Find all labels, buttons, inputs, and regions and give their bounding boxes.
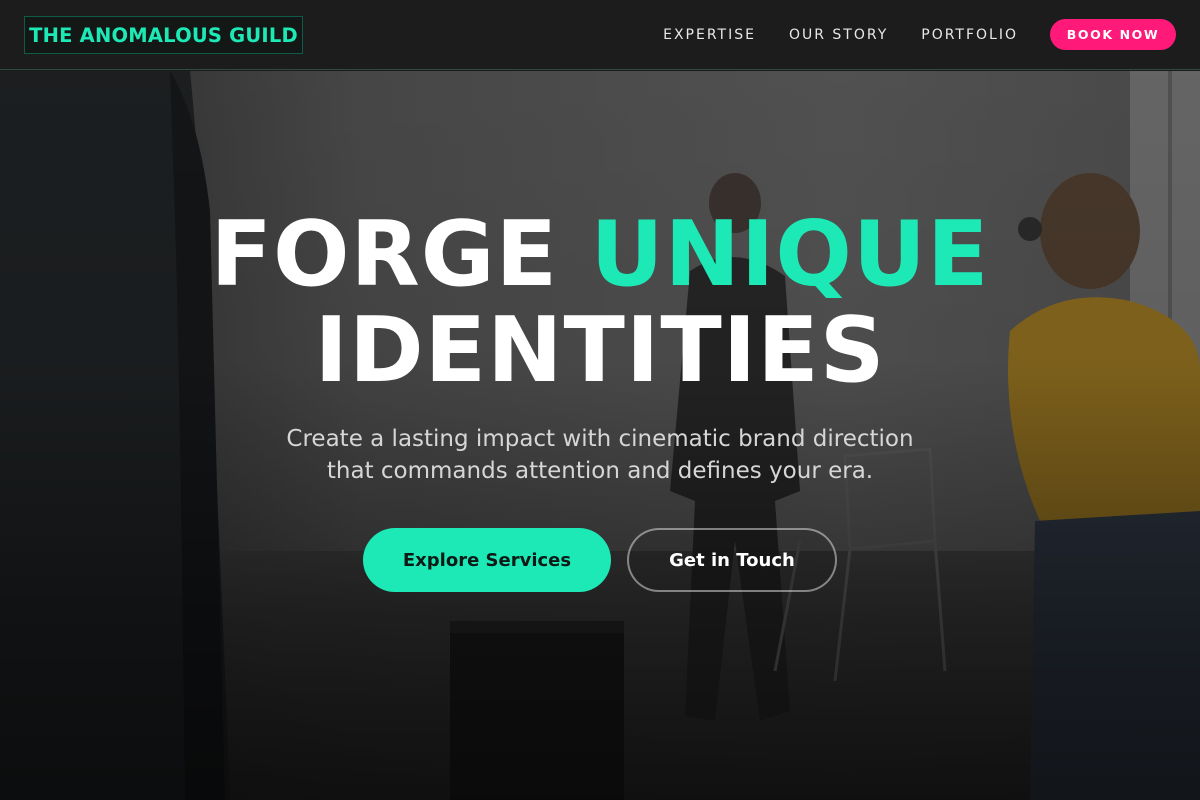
top-navbar: THE ANOMALOUS GUILD EXPERTISE OUR STORY … bbox=[0, 0, 1200, 70]
hero-content: FORGE UNIQUE IDENTITIES Create a lasting… bbox=[0, 71, 1200, 800]
get-in-touch-button[interactable]: Get in Touch bbox=[627, 528, 837, 592]
hero-headline-line2: IDENTITIES bbox=[314, 298, 886, 403]
hero-headline-line1: FORGE UNIQUE bbox=[0, 207, 1200, 303]
headline-forge: FORGE bbox=[210, 202, 559, 307]
nav-links: EXPERTISE OUR STORY PORTFOLIO bbox=[663, 0, 1018, 70]
book-now-button[interactable]: BOOK NOW bbox=[1050, 19, 1176, 50]
explore-services-button[interactable]: Explore Services bbox=[363, 528, 611, 592]
nav-link-portfolio[interactable]: PORTFOLIO bbox=[921, 27, 1018, 43]
nav-link-expertise[interactable]: EXPERTISE bbox=[663, 27, 756, 43]
hero-subtext-line2: that commands attention and defines your… bbox=[326, 458, 874, 484]
hero-subtext: Create a lasting impact with cinematic b… bbox=[0, 423, 1200, 487]
site-logo[interactable]: THE ANOMALOUS GUILD bbox=[24, 16, 303, 54]
nav-link-our-story[interactable]: OUR STORY bbox=[789, 27, 888, 43]
hero-section: FORGE UNIQUE IDENTITIES Create a lasting… bbox=[0, 71, 1200, 800]
hero-subtext-line1: Create a lasting impact with cinematic b… bbox=[286, 426, 914, 452]
headline-accent-unique: UNIQUE bbox=[590, 202, 990, 307]
